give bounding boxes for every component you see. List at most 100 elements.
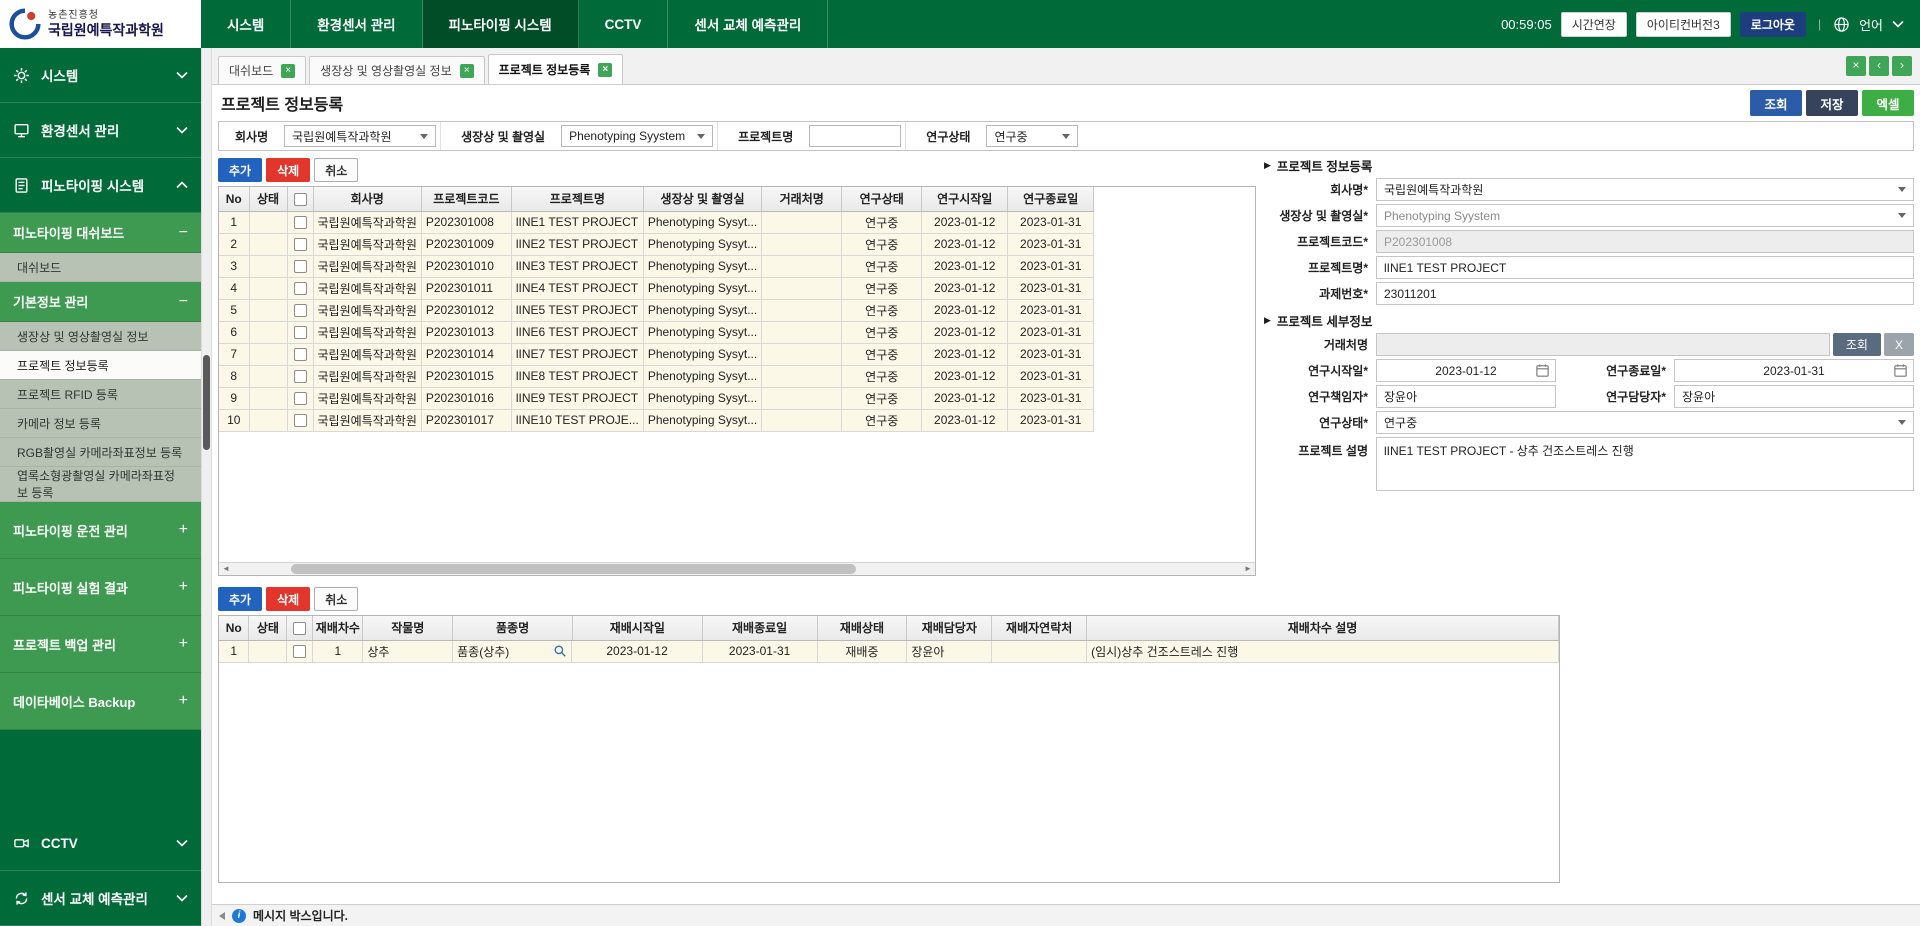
project-name-filter-input[interactable] — [809, 125, 901, 147]
sidebar-item-env-sensor-mgmt[interactable]: 환경센서 관리 — [0, 103, 201, 158]
scroll-right-arrow-icon[interactable]: ► — [1241, 563, 1255, 575]
top-menu-item-phenotyping-system[interactable]: 피노타이핑 시스템 — [423, 0, 579, 48]
delete-button[interactable]: 삭제 — [266, 587, 310, 611]
project-row[interactable]: 2국립원예특작과학원P202301009lINE2 TEST PROJECTPh… — [219, 233, 1094, 255]
extend-time-button[interactable]: 시간연장 — [1561, 12, 1627, 37]
project-row[interactable]: 9국립원예특작과학원P202301016lINE9 TEST PROJECTPh… — [219, 387, 1094, 409]
tab-project-info-register[interactable]: 프로젝트 정보등록× — [488, 54, 624, 84]
room-filter-select[interactable]: Phenotyping Syystem — [561, 125, 713, 147]
collapse-left-arrow-icon[interactable] — [219, 912, 225, 920]
status-filter-select[interactable]: 연구중 — [986, 125, 1078, 147]
top-menu-item-cctv[interactable]: CCTV — [579, 0, 669, 48]
sidebar-item-sensor-replace-predict[interactable]: 센서 교체 예측관리 — [0, 871, 201, 926]
sidebar-item-basic-info-group[interactable]: 기본정보 관리− — [0, 282, 201, 322]
client-clear-button[interactable]: X — [1884, 333, 1914, 356]
add-button[interactable]: 추가 — [218, 587, 262, 611]
sidebar-item-project-backup-group[interactable]: 프로젝트 백업 관리+ — [0, 616, 201, 673]
delete-button[interactable]: 삭제 — [266, 158, 310, 182]
calendar-icon[interactable] — [1893, 363, 1908, 378]
row-checkbox[interactable] — [294, 238, 307, 251]
project-description-textarea[interactable]: lINE1 TEST PROJECT - 상추 건조스트레스 진행 — [1376, 437, 1914, 491]
sidebar-item-rgb-camera-coord-register[interactable]: RGB촬영실 카메라좌표정보 등록 — [0, 438, 201, 467]
client-search-button[interactable]: 조회 — [1833, 333, 1881, 356]
inquiry-button[interactable]: 조회 — [1750, 90, 1802, 116]
project-row[interactable]: 10국립원예특작과학원P202301017lINE10 TEST PROJE..… — [219, 409, 1094, 431]
cell-company: 국립원예특작과학원 — [313, 387, 421, 409]
row-checkbox[interactable] — [294, 326, 307, 339]
sidebar-item-chlorophyll-camera-coord-register[interactable]: 엽록소형광촬영실 카메라좌표정보 등록 — [0, 467, 201, 502]
scrollbar-thumb[interactable] — [203, 355, 210, 450]
user-account-button[interactable]: 아이티컨버전3 — [1636, 12, 1731, 37]
cultivation-row[interactable]: 11상추품종(상추)2023-01-122023-01-31재배중장윤아(임시)… — [219, 640, 1559, 663]
top-menu-item-env-sensor-mgmt[interactable]: 환경센서 관리 — [291, 0, 422, 48]
tab-close-icon[interactable]: × — [281, 64, 295, 78]
select-all-checkbox[interactable] — [293, 622, 306, 635]
cancel-button[interactable]: 취소 — [314, 587, 358, 611]
top-menu-item-system[interactable]: 시스템 — [201, 0, 291, 48]
row-checkbox[interactable] — [294, 348, 307, 361]
company-filter-select[interactable]: 국립원예특작과학원 — [284, 125, 436, 147]
tab-dashboard[interactable]: 대쉬보드× — [218, 56, 306, 84]
sidebar-item-project-info-register[interactable]: 프로젝트 정보등록 — [0, 351, 201, 380]
sidebar-item-phenotyping-dashboard-group[interactable]: 피노타이핑 대쉬보드− — [0, 213, 201, 253]
sidebar-item-operation-mgmt-group[interactable]: 피노타이핑 운전 관리+ — [0, 502, 201, 559]
company-select[interactable]: 국립원예특작과학원 — [1376, 178, 1914, 201]
sidebar-item-cctv[interactable]: CCTV — [0, 816, 201, 871]
sidebar-item-project-rfid-register[interactable]: 프로젝트 RFID 등록 — [0, 380, 201, 409]
row-checkbox[interactable] — [294, 414, 307, 427]
excel-button[interactable]: 엑셀 — [1862, 90, 1914, 116]
project-row[interactable]: 8국립원예특작과학원P202301015lINE8 TEST PROJECTPh… — [219, 365, 1094, 387]
project-row[interactable]: 4국립원예특작과학원P202301011lINE4 TEST PROJECTPh… — [219, 277, 1094, 299]
scroll-left-arrow-icon[interactable]: ◄ — [219, 563, 233, 575]
start-date-field[interactable]: 2023-01-12 — [1376, 359, 1556, 382]
row-checkbox[interactable] — [294, 370, 307, 383]
cell-no: 4 — [219, 277, 249, 299]
project-row[interactable]: 7국립원예특작과학원P202301014lINE7 TEST PROJECTPh… — [219, 343, 1094, 365]
tab-scroll-left-button[interactable]: ‹ — [1869, 56, 1889, 76]
tab-growth-room-info[interactable]: 생장상 및 영상촬영실 정보× — [309, 56, 484, 84]
research-manager-field[interactable]: 장윤아 — [1674, 385, 1914, 408]
cancel-button[interactable]: 취소 — [314, 158, 358, 182]
sidebar-item-system[interactable]: 시스템 — [0, 48, 201, 103]
row-checkbox[interactable] — [294, 260, 307, 273]
task-number-field[interactable]: 23011201 — [1376, 282, 1914, 305]
language-label[interactable]: 언어 — [1859, 15, 1883, 34]
scrollbar-thumb[interactable] — [291, 564, 856, 574]
chevron-down-icon[interactable] — [1892, 20, 1904, 28]
calendar-icon[interactable] — [1535, 363, 1550, 378]
logout-button[interactable]: 로그아웃 — [1740, 12, 1806, 37]
horizontal-scrollbar[interactable]: ◄ ► — [219, 562, 1255, 575]
row-checkbox[interactable] — [294, 282, 307, 295]
sidebar-item-phenotyping-system[interactable]: 피노타이핑 시스템 — [0, 158, 201, 213]
chevron-down-icon — [1062, 134, 1070, 139]
sidebar-item-database-backup-group[interactable]: 데이타베이스 Backup+ — [0, 673, 201, 730]
save-button[interactable]: 저장 — [1806, 90, 1858, 116]
project-row[interactable]: 5국립원예특작과학원P202301012lINE5 TEST PROJECTPh… — [219, 299, 1094, 321]
project-row[interactable]: 1국립원예특작과학원P202301008lINE1 TEST PROJECTPh… — [219, 211, 1094, 233]
select-all-checkbox[interactable] — [294, 193, 307, 206]
research-leader-field[interactable]: 장윤아 — [1376, 385, 1556, 408]
cell-end-date: 2023-01-31 — [1008, 365, 1094, 387]
project-row[interactable]: 3국립원예특작과학원P202301010lINE3 TEST PROJECTPh… — [219, 255, 1094, 277]
row-checkbox[interactable] — [294, 392, 307, 405]
research-status-select[interactable]: 연구중 — [1376, 411, 1914, 434]
sidebar-item-camera-info-register[interactable]: 카메라 정보 등록 — [0, 409, 201, 438]
sidebar-item-growth-room-info[interactable]: 생장상 및 영상촬영실 정보 — [0, 322, 201, 351]
project-row[interactable]: 6국립원예특작과학원P202301013lINE6 TEST PROJECTPh… — [219, 321, 1094, 343]
search-icon[interactable] — [553, 644, 567, 658]
sidebar-item-experiment-result-group[interactable]: 피노타이핑 실험 결과+ — [0, 559, 201, 616]
tab-close-icon[interactable]: × — [460, 64, 474, 78]
main-vertical-scrollbar[interactable] — [201, 48, 212, 926]
tab-close-icon[interactable]: × — [598, 63, 612, 77]
row-checkbox[interactable] — [294, 216, 307, 229]
add-button[interactable]: 추가 — [218, 158, 262, 182]
sidebar-item-dashboard[interactable]: 대쉬보드 — [0, 253, 201, 282]
end-date-field[interactable]: 2023-01-31 — [1674, 359, 1914, 382]
room-select[interactable]: Phenotyping Syystem — [1376, 204, 1914, 227]
top-menu-item-sensor-replace-predict[interactable]: 센서 교체 예측관리 — [668, 0, 828, 48]
row-checkbox[interactable] — [293, 645, 306, 658]
close-all-tabs-button[interactable]: × — [1846, 56, 1866, 76]
row-checkbox[interactable] — [294, 304, 307, 317]
tab-scroll-right-button[interactable]: › — [1892, 56, 1912, 76]
project-name-field[interactable]: lINE1 TEST PROJECT — [1376, 256, 1914, 279]
